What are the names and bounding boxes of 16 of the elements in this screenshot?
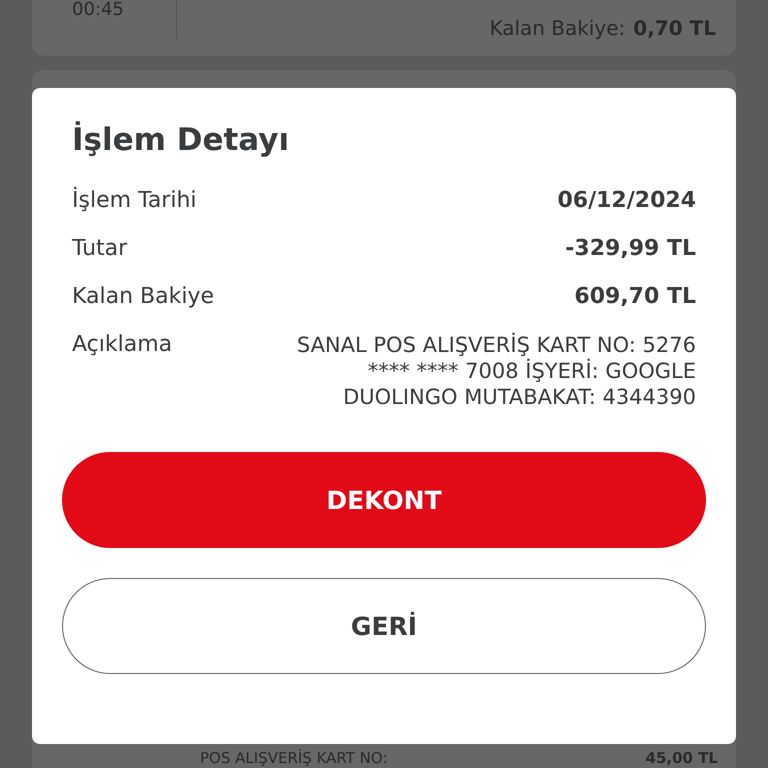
detail-label: Açıklama xyxy=(72,332,172,358)
back-button[interactable]: GERİ xyxy=(62,578,706,674)
detail-value: -329,99 TL xyxy=(565,236,696,262)
detail-label: Kalan Bakiye xyxy=(72,284,214,310)
transaction-description: POS ALIŞVERİŞ KART NO: xyxy=(200,750,388,766)
dialog-title: İşlem Detayı xyxy=(72,122,290,158)
detail-value: SANAL POS ALIŞVERİŞ KART NO: 5276 **** **** 7008 İŞYERİ: GOOGLE DUOLINGO MUTABAKAT: 4344390 xyxy=(296,332,696,410)
balance-label: Kalan Bakiye: xyxy=(489,16,626,40)
detail-label: Tutar xyxy=(72,236,128,262)
detail-value: 06/12/2024 xyxy=(557,188,696,214)
balance-value: 0,70 TL xyxy=(633,16,716,40)
transaction-amount: 45,00 TL xyxy=(646,750,718,766)
transaction-time: 00:45 xyxy=(72,0,124,20)
detail-label: İşlem Tarihi xyxy=(72,188,197,214)
detail-value: 609,70 TL xyxy=(574,284,696,310)
receipt-button[interactable]: DEKONT xyxy=(62,452,706,548)
